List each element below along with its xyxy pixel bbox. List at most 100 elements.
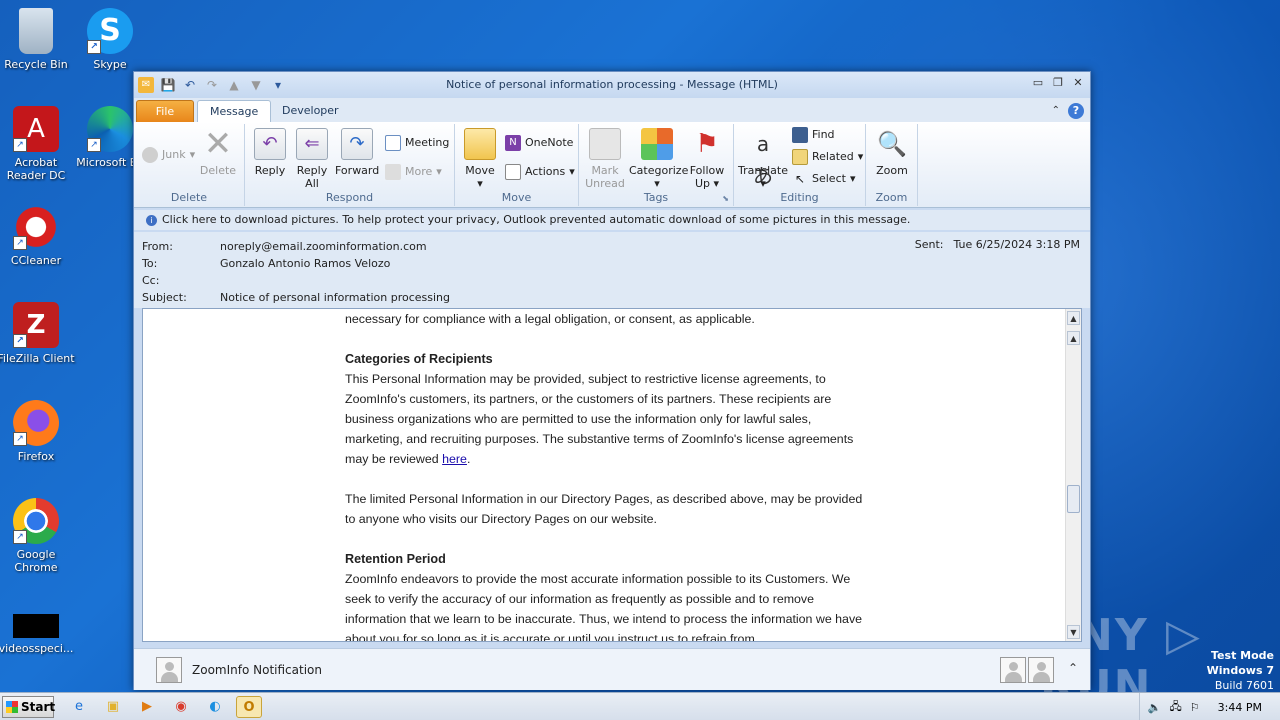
contact-avatar: [1028, 657, 1054, 683]
reply-button[interactable]: ↶ Reply: [248, 126, 292, 177]
group-label-editing: Editing: [780, 191, 819, 204]
categorize-icon: [641, 128, 673, 160]
help-icon[interactable]: ?: [1068, 103, 1084, 119]
reply-all-label-1: Reply: [296, 164, 328, 177]
from-label: From:: [142, 240, 173, 253]
group-delete: Junk ▾ ✕ Delete Delete: [134, 124, 245, 206]
sent-row: Sent: Tue 6/25/2024 3:18 PM: [915, 238, 1080, 251]
junk-icon: [142, 147, 158, 163]
desktop-icon-label: Recycle Bin: [4, 58, 68, 71]
acrobat-icon: A ↗: [13, 106, 59, 152]
outlook-message-window: ✉ 💾 ↶ ↷ ▲ ▼ ▾ Notice of personal informa…: [133, 71, 1091, 690]
minimize-ribbon-icon[interactable]: ⌃: [1052, 103, 1060, 119]
tab-file[interactable]: File: [136, 100, 194, 122]
related-icon: [792, 149, 808, 165]
categorize-label: Categorize: [629, 164, 689, 177]
desktop-icon-chrome[interactable]: ↗ Google Chrome: [0, 498, 76, 574]
move-folder-icon: [464, 128, 496, 160]
scrollbar-thumb[interactable]: [1067, 485, 1080, 513]
related-button[interactable]: Related ▾: [792, 148, 863, 166]
maximize-icon[interactable]: ❐: [1050, 76, 1066, 90]
edge-taskbar-icon[interactable]: ◐: [202, 696, 228, 718]
group-move: Move ▾ N OneNote Actions ▾ Move: [455, 124, 579, 206]
desktop-icon-label: Skype: [93, 58, 127, 71]
reply-icon: ↶: [254, 128, 286, 160]
minimize-icon[interactable]: ▭: [1030, 76, 1046, 90]
skype-icon: S ↗: [87, 8, 133, 54]
test-mode-line2: Windows 7: [1206, 664, 1274, 677]
vertical-scrollbar[interactable]: ▲ ▲ ▼: [1065, 309, 1081, 641]
filezilla-icon: Z ↗: [13, 302, 59, 348]
close-icon[interactable]: ✕: [1070, 76, 1086, 90]
categorize-button[interactable]: Categorize ▾: [629, 126, 689, 190]
desktop-icon-firefox[interactable]: ↗ Firefox: [0, 400, 76, 463]
scroll-up-arrow-icon[interactable]: ▲: [1067, 311, 1080, 325]
follow-up-button[interactable]: ⚑ Follow Up ▾: [685, 126, 729, 190]
find-label: Find: [812, 128, 835, 141]
desktop-icon-label: FileZilla Client: [0, 352, 75, 365]
outlook-taskbar-icon[interactable]: O: [236, 696, 262, 718]
reply-label: Reply: [254, 164, 286, 177]
body-text-line: necessary for compliance with a legal ob…: [345, 312, 755, 326]
desktop-icon-ccleaner[interactable]: ↗ CCleaner: [0, 204, 76, 267]
tags-dialog-launcher-icon[interactable]: ⬊: [722, 194, 729, 203]
to-value[interactable]: Gonzalo Antonio Ramos Velozo: [220, 257, 390, 270]
clock[interactable]: 3:44 PM: [1208, 701, 1272, 714]
forward-icon: ↷: [341, 128, 373, 160]
find-button[interactable]: Find: [792, 126, 835, 144]
desktop-icon-label: videosspeci...: [0, 642, 74, 655]
media-player-icon[interactable]: ▶: [134, 696, 160, 718]
zoom-button[interactable]: 🔍 Zoom: [870, 126, 914, 177]
forward-button[interactable]: ↷ Forward: [335, 126, 379, 177]
license-terms-link[interactable]: here: [442, 452, 467, 466]
move-label: Move: [465, 164, 495, 177]
desktop-icon-filezilla[interactable]: Z ↗ FileZilla Client: [0, 302, 76, 365]
flag-tray-icon[interactable]: ⚐: [1190, 701, 1200, 714]
desktop-icon-video[interactable]: videosspeci...: [0, 614, 76, 655]
from-value[interactable]: noreply@email.zoominformation.com: [220, 240, 427, 253]
group-zoom: 🔍 Zoom Zoom: [866, 124, 918, 206]
translate-label: Translate: [738, 164, 788, 177]
start-button[interactable]: Start: [2, 696, 55, 718]
chrome-taskbar-icon[interactable]: ◉: [168, 696, 194, 718]
desktop-icon-recycle-bin[interactable]: Recycle Bin: [0, 8, 76, 71]
onenote-button[interactable]: N OneNote: [505, 134, 573, 152]
select-button[interactable]: ↖ Select ▾: [792, 170, 856, 188]
message-content: necessary for compliance with a legal ob…: [345, 309, 865, 641]
message-body[interactable]: necessary for compliance with a legal ob…: [142, 308, 1082, 642]
sender-avatar: [156, 657, 182, 683]
more-icon: [385, 164, 401, 180]
network-icon[interactable]: 🖧: [1170, 698, 1182, 717]
junk-button[interactable]: Junk ▾: [142, 146, 195, 164]
desktop-icon-skype[interactable]: S ↗ Skype: [70, 8, 150, 71]
delete-icon: ✕: [203, 124, 233, 164]
forward-label: Forward: [335, 164, 380, 177]
follow-up-label-1: Follow: [689, 164, 725, 177]
ie-icon[interactable]: e: [66, 696, 92, 718]
expand-people-pane-icon[interactable]: ⌃: [1068, 661, 1078, 675]
more-button[interactable]: More ▾: [385, 163, 442, 181]
explorer-icon[interactable]: ▣: [100, 696, 126, 718]
magnifier-icon: 🔍: [877, 130, 907, 158]
tab-message[interactable]: Message: [197, 100, 272, 122]
group-label-delete: Delete: [170, 191, 208, 204]
scroll-up-arrow-icon[interactable]: ▲: [1067, 331, 1080, 345]
scroll-down-arrow-icon[interactable]: ▼: [1067, 625, 1080, 639]
onenote-label: OneNote: [525, 136, 574, 149]
desktop-icon-label: Google Chrome: [14, 548, 58, 574]
taskbar: Start e ▣ ▶ ◉ ◐ O 🔈 🖧 ⚐ 3:44 PM: [0, 692, 1280, 720]
mark-unread-button[interactable]: Mark Unread: [583, 126, 627, 190]
picture-download-infobar[interactable]: i Click here to download pictures. To he…: [134, 210, 1090, 230]
delete-button[interactable]: ✕ Delete: [196, 126, 240, 177]
move-button[interactable]: Move ▾: [458, 126, 502, 190]
people-pane-name[interactable]: ZoomInfo Notification: [192, 663, 322, 677]
reply-all-button[interactable]: ⇐ Reply All: [290, 126, 334, 190]
tab-developer[interactable]: Developer: [270, 100, 351, 122]
actions-button[interactable]: Actions ▾: [505, 163, 575, 181]
desktop-icon-acrobat[interactable]: A ↗ Acrobat Reader DC: [0, 106, 76, 182]
junk-label: Junk: [162, 148, 186, 161]
binoculars-icon: [792, 127, 808, 143]
translate-button[interactable]: aあ Translate ▾: [738, 126, 788, 190]
volume-icon[interactable]: 🔈: [1148, 701, 1162, 714]
meeting-button[interactable]: Meeting: [385, 134, 449, 152]
